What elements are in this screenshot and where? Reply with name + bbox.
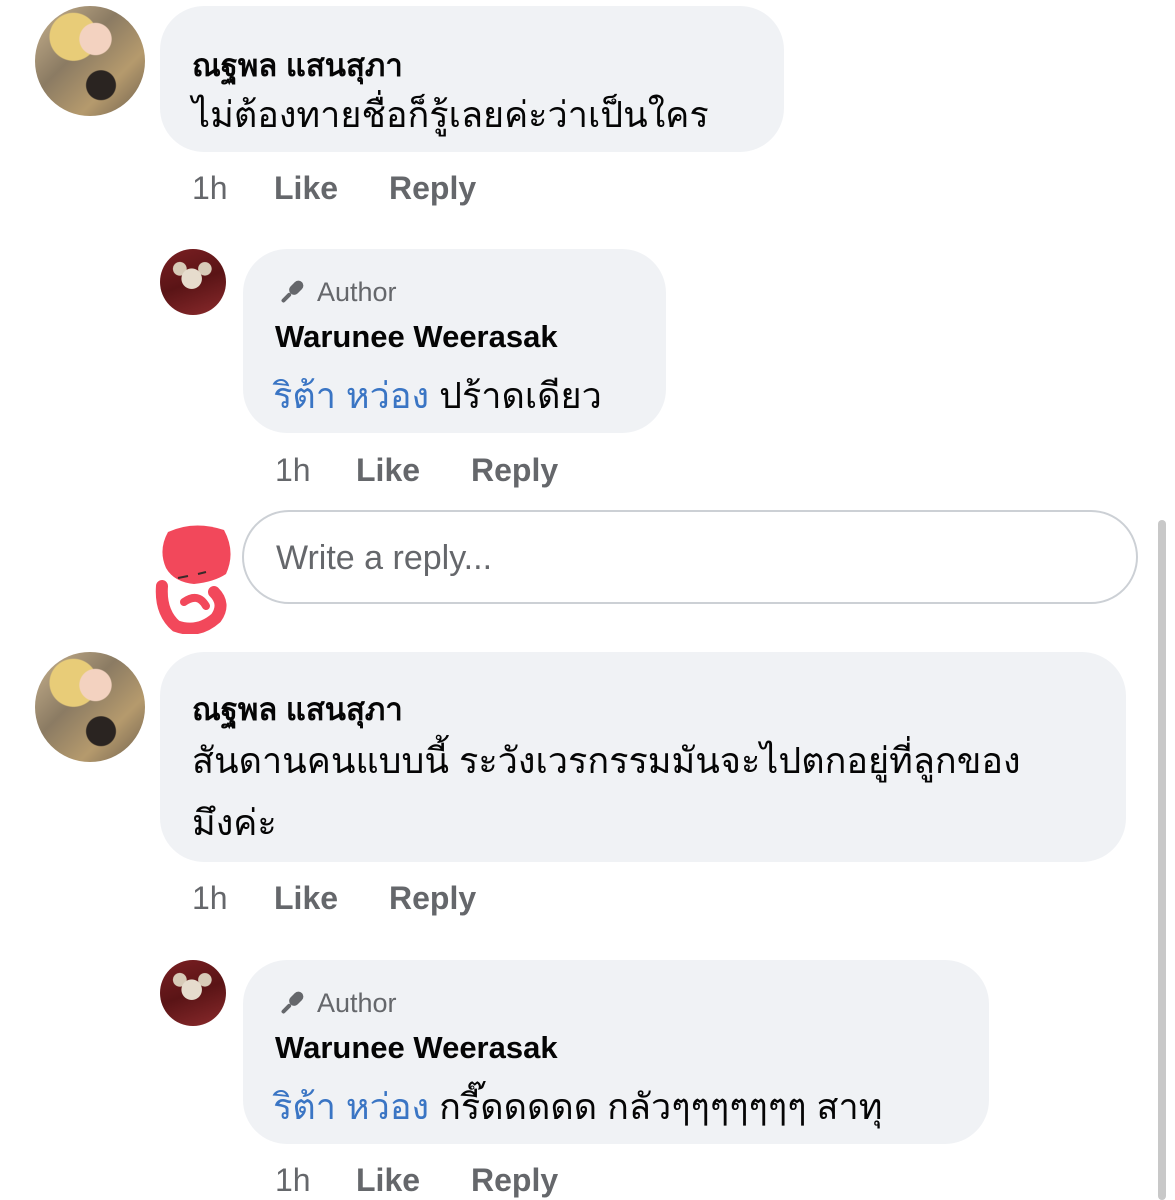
microphone-icon — [281, 280, 304, 303]
comment-text: ไม่ต้องทายชื่อก็รู้เลยค่ะว่าเป็นใคร — [192, 94, 709, 135]
reply-timestamp[interactable]: 1h — [275, 1162, 311, 1199]
author-badge-label: Author — [317, 276, 397, 307]
redacted-avatar — [155, 525, 231, 634]
comment-author-name[interactable]: ณฐพล แสนสุภา — [192, 40, 403, 90]
reply-author-name[interactable]: Warunee Weerasak — [275, 319, 558, 355]
author-badge-label: Author — [317, 987, 397, 1018]
reply-bubble: Author Warunee Weerasak ริต้า หว่อง ปร้า… — [243, 249, 666, 433]
like-button[interactable]: Like — [274, 880, 338, 917]
microphone-icon — [281, 991, 304, 1014]
reply-button[interactable]: Reply — [389, 170, 476, 207]
mention-link[interactable]: ริต้า หว่อง — [273, 375, 429, 416]
reply-button[interactable]: Reply — [471, 1162, 558, 1199]
comment-timestamp[interactable]: 1h — [192, 880, 228, 917]
commenter-avatar[interactable] — [35, 652, 145, 762]
mention-link[interactable]: ริต้า หว่อง — [273, 1086, 429, 1127]
commenter-avatar[interactable] — [35, 6, 145, 116]
comment-author-name[interactable]: ณฐพล แสนสุภา — [192, 684, 403, 734]
reply-text-body: กรี๊ดดดดด กลัวๆๆๆๆๆๆๆ สาทุ — [439, 1086, 883, 1127]
reply-author-name[interactable]: Warunee Weerasak — [275, 1030, 558, 1066]
like-button[interactable]: Like — [274, 170, 338, 207]
author-badge: Author — [275, 986, 397, 1020]
comment-bubble: ณฐพล แสนสุภา ไม่ต้องทายชื่อก็รู้เลยค่ะว่… — [160, 6, 784, 152]
author-avatar[interactable] — [160, 960, 226, 1026]
like-button[interactable]: Like — [356, 1162, 420, 1199]
reply-composer[interactable] — [242, 510, 1138, 604]
comment-text-line: สันดานคนแบบนี้ ระวังเวรกรรมมันจะไปตกอยู่… — [192, 740, 1021, 781]
author-badge: Author — [275, 275, 397, 309]
author-avatar[interactable] — [160, 249, 226, 315]
reply-bubble: Author Warunee Weerasak ริต้า หว่อง กรี๊… — [243, 960, 989, 1144]
comment-text-line: มึงค่ะ — [192, 802, 277, 843]
reply-button[interactable]: Reply — [389, 880, 476, 917]
reply-timestamp[interactable]: 1h — [275, 452, 311, 489]
like-button[interactable]: Like — [356, 452, 420, 489]
reply-text: ริต้า หว่อง กรี๊ดดดดด กลัวๆๆๆๆๆๆๆ สาทุ — [273, 1076, 882, 1138]
reply-input[interactable] — [274, 512, 1098, 604]
comment-bubble: ณฐพล แสนสุภา สันดานคนแบบนี้ ระวังเวรกรรม… — [160, 652, 1126, 862]
comment-timestamp[interactable]: 1h — [192, 170, 228, 207]
reply-text-body: ปร้าดเดียว — [439, 375, 602, 416]
reply-text: ริต้า หว่อง ปร้าดเดียว — [273, 365, 602, 427]
scrollbar[interactable] — [1158, 520, 1166, 1200]
reply-button[interactable]: Reply — [471, 452, 558, 489]
